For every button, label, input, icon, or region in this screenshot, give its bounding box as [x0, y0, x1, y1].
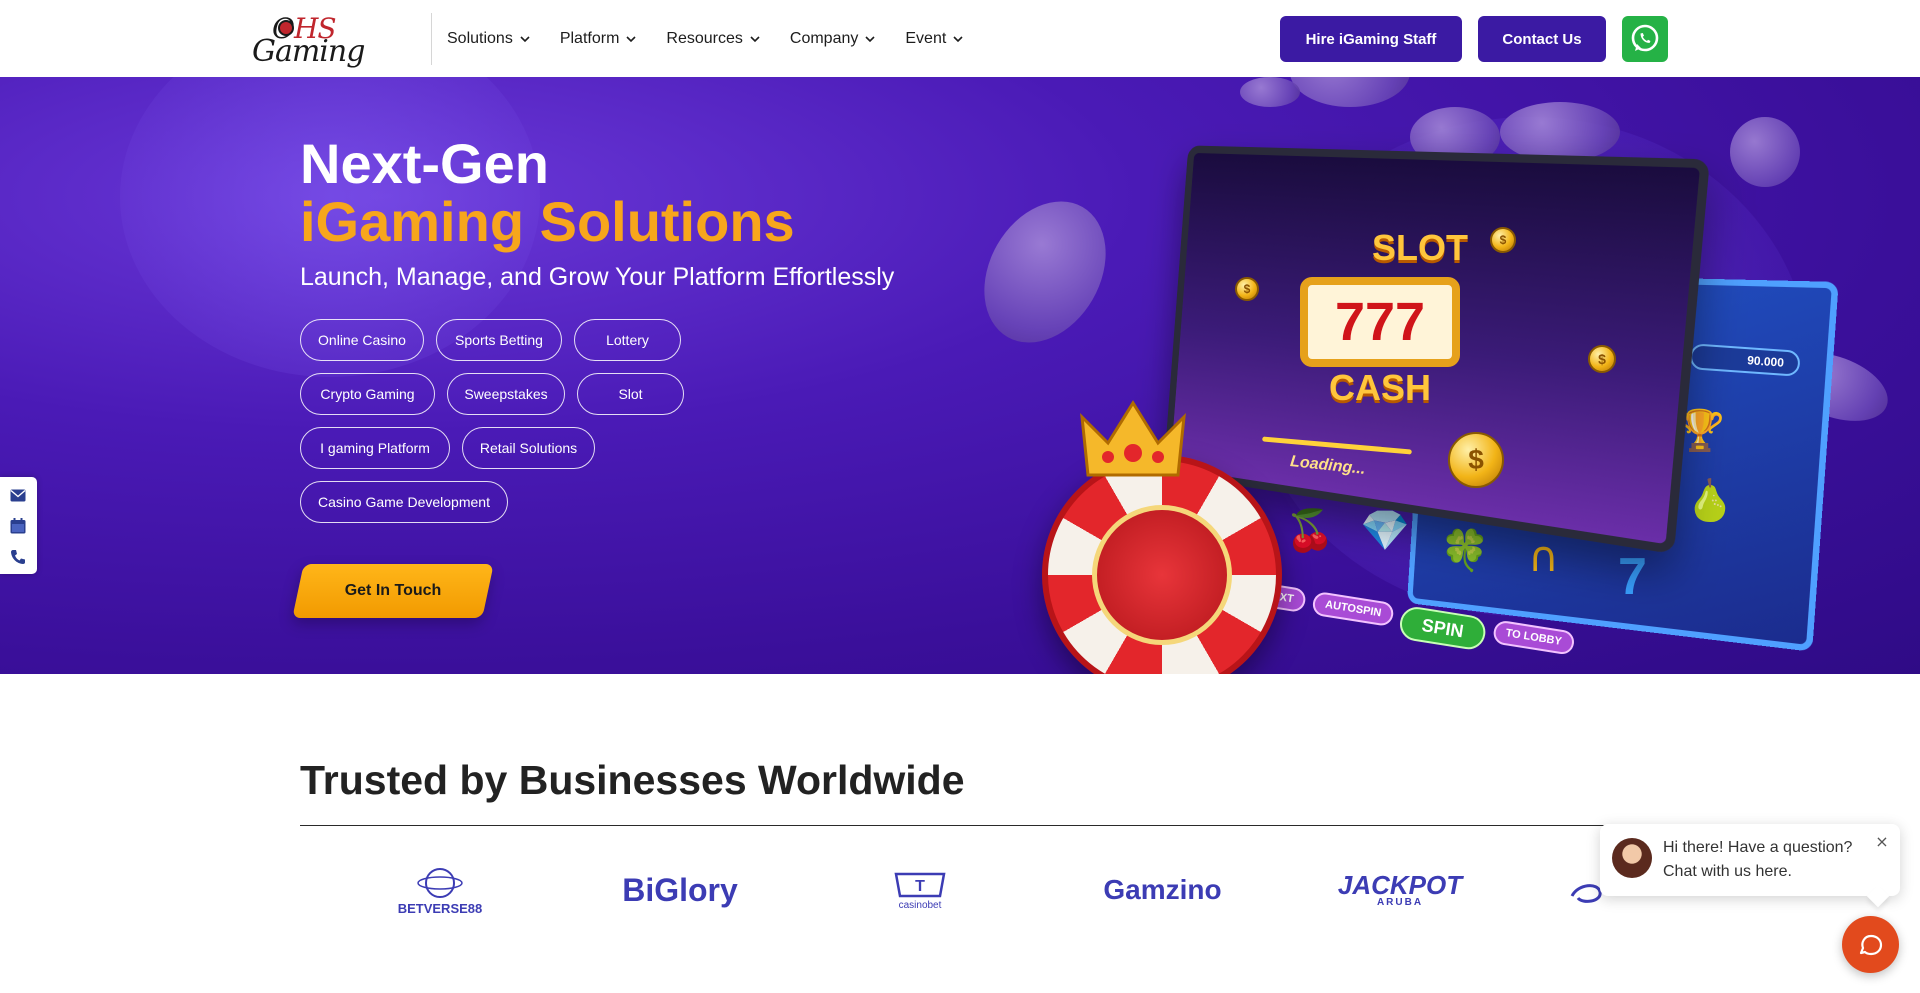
cherry-icon: 🍒 — [1285, 508, 1335, 554]
chevron-down-icon — [520, 35, 530, 42]
gold-coin-small: $ — [1490, 227, 1516, 253]
svg-text:T: T — [915, 878, 925, 895]
calendar-icon[interactable] — [9, 517, 27, 535]
seven-icon: 7 — [1618, 548, 1647, 606]
to-lobby-pill: TO LOBBY — [1491, 619, 1576, 656]
tag-sweepstakes[interactable]: Sweepstakes — [447, 373, 565, 415]
get-in-touch-button[interactable]: Get In Touch — [292, 564, 494, 618]
tag-crypto-gaming[interactable]: Crypto Gaming — [300, 373, 435, 415]
ohs-gaming-logo[interactable]: OHS Gaming — [250, 12, 368, 69]
hero-subtitle: Launch, Manage, and Grow Your Platform E… — [300, 263, 895, 291]
chevron-down-icon — [953, 35, 963, 42]
nav-company[interactable]: Company — [790, 30, 875, 48]
brand-betverse88-label: BETVERSE88 — [397, 900, 483, 916]
clover-icon: 🍀 — [1440, 528, 1490, 574]
brand-logo-betverse88: BETVERSE88 — [395, 860, 485, 920]
nav-resources-label: Resources — [666, 29, 743, 47]
brand-logo-jackpot-aruba: JACKPOT ARUBA — [1337, 860, 1463, 920]
chevron-down-icon — [750, 35, 760, 42]
gold-coin-small: $ — [1235, 277, 1259, 301]
mail-icon[interactable] — [9, 486, 27, 504]
trusted-divider — [300, 825, 1620, 826]
tag-casino-game-development[interactable]: Casino Game Development — [300, 481, 508, 523]
chat-bubble-icon — [1859, 934, 1882, 955]
slot-777-reels: 777 — [1300, 277, 1460, 367]
nav-event[interactable]: Event — [905, 30, 963, 48]
hero-banner: Next-Gen iGaming Solutions Launch, Manag… — [0, 77, 1920, 674]
gold-dollar-coin: $ — [1448, 432, 1504, 488]
tag-sports-betting[interactable]: Sports Betting — [436, 319, 562, 361]
poker-chip-center — [1092, 505, 1232, 645]
tag-online-casino[interactable]: Online Casino — [300, 319, 424, 361]
tag-igaming-platform[interactable]: I gaming Platform — [300, 427, 450, 469]
tag-lottery[interactable]: Lottery — [574, 319, 681, 361]
nav-platform[interactable]: Platform — [560, 30, 637, 48]
poker-chip-icon — [1042, 455, 1282, 674]
slot-cash-text: CASH — [1328, 367, 1431, 408]
nav-solutions[interactable]: Solutions — [447, 30, 530, 48]
chevron-down-icon — [626, 35, 636, 42]
main-nav: Solutions Platform Resources Company Eve… — [447, 0, 993, 77]
slot-machine-illustration: 90.000 🏆 🍐 7 ∩ 🍀 💎 🍒 SLOT 777 CASH Loadi… — [1000, 77, 1920, 674]
chat-popup[interactable]: Hi there! Have a question? Chat with us … — [1600, 824, 1900, 908]
cta-label: Get In Touch — [344, 582, 442, 599]
tag-retail-solutions[interactable]: Retail Solutions — [462, 427, 595, 469]
hero-title-line2: iGaming Solutions — [300, 190, 795, 253]
nav-platform-label: Platform — [559, 29, 620, 47]
site-header: OHS Gaming Solutions Platform Resources … — [0, 0, 1920, 77]
brand-casinobet-label: casinobet — [898, 899, 942, 911]
trusted-section-title: Trusted by Businesses Worldwide — [300, 757, 965, 803]
brand-logo-casinobet: T casinobet — [880, 860, 960, 920]
autospin-pill: AUTOSPIN — [1311, 590, 1395, 628]
phone-icon[interactable] — [9, 548, 27, 566]
close-icon[interactable]: × — [1874, 834, 1890, 850]
brand-logo-biglory: BiGlory — [622, 871, 738, 908]
diamond-icon: 💎 — [1360, 508, 1410, 554]
header-divider — [431, 13, 432, 65]
contact-us-button[interactable]: Contact Us — [1478, 16, 1606, 62]
whatsapp-icon — [1631, 24, 1659, 52]
nav-company-label: Company — [789, 29, 859, 47]
brand-jackpot-label: JACKPOT — [1337, 870, 1463, 900]
support-agent-avatar — [1612, 838, 1652, 878]
brand-logo-gamzino: Gamzino — [1103, 874, 1222, 905]
crown-icon — [1080, 400, 1186, 477]
nav-solutions-label: Solutions — [447, 29, 513, 47]
chat-launcher-button[interactable] — [1842, 916, 1899, 973]
spin-pill: SPIN — [1397, 604, 1488, 652]
slot-title-text: SLOT — [1372, 227, 1468, 268]
betverse-globe-icon — [417, 867, 463, 898]
side-contact-dock — [0, 477, 37, 574]
whatsapp-button[interactable] — [1622, 16, 1668, 62]
nav-resources[interactable]: Resources — [666, 29, 760, 48]
chat-popup-tail — [1866, 884, 1890, 908]
chevron-down-icon — [865, 35, 875, 42]
nav-event-label: Event — [905, 29, 947, 47]
pear-icon: 🍐 — [1685, 478, 1735, 524]
casinobet-icon: T — [894, 872, 946, 897]
hire-igaming-staff-button[interactable]: Hire iGaming Staff — [1280, 16, 1462, 62]
brand-aruba-label: ARUBA — [1376, 897, 1424, 908]
tag-slot[interactable]: Slot — [577, 373, 684, 415]
horseshoe-icon: ∩ — [1528, 532, 1559, 581]
gold-coin-small: $ — [1588, 345, 1616, 373]
logo-bottom-text: Gaming — [252, 34, 365, 69]
hero-title-line1: Next-Gen — [300, 132, 549, 195]
chat-popup-message: Hi there! Have a question? Chat with us … — [1663, 839, 1853, 880]
